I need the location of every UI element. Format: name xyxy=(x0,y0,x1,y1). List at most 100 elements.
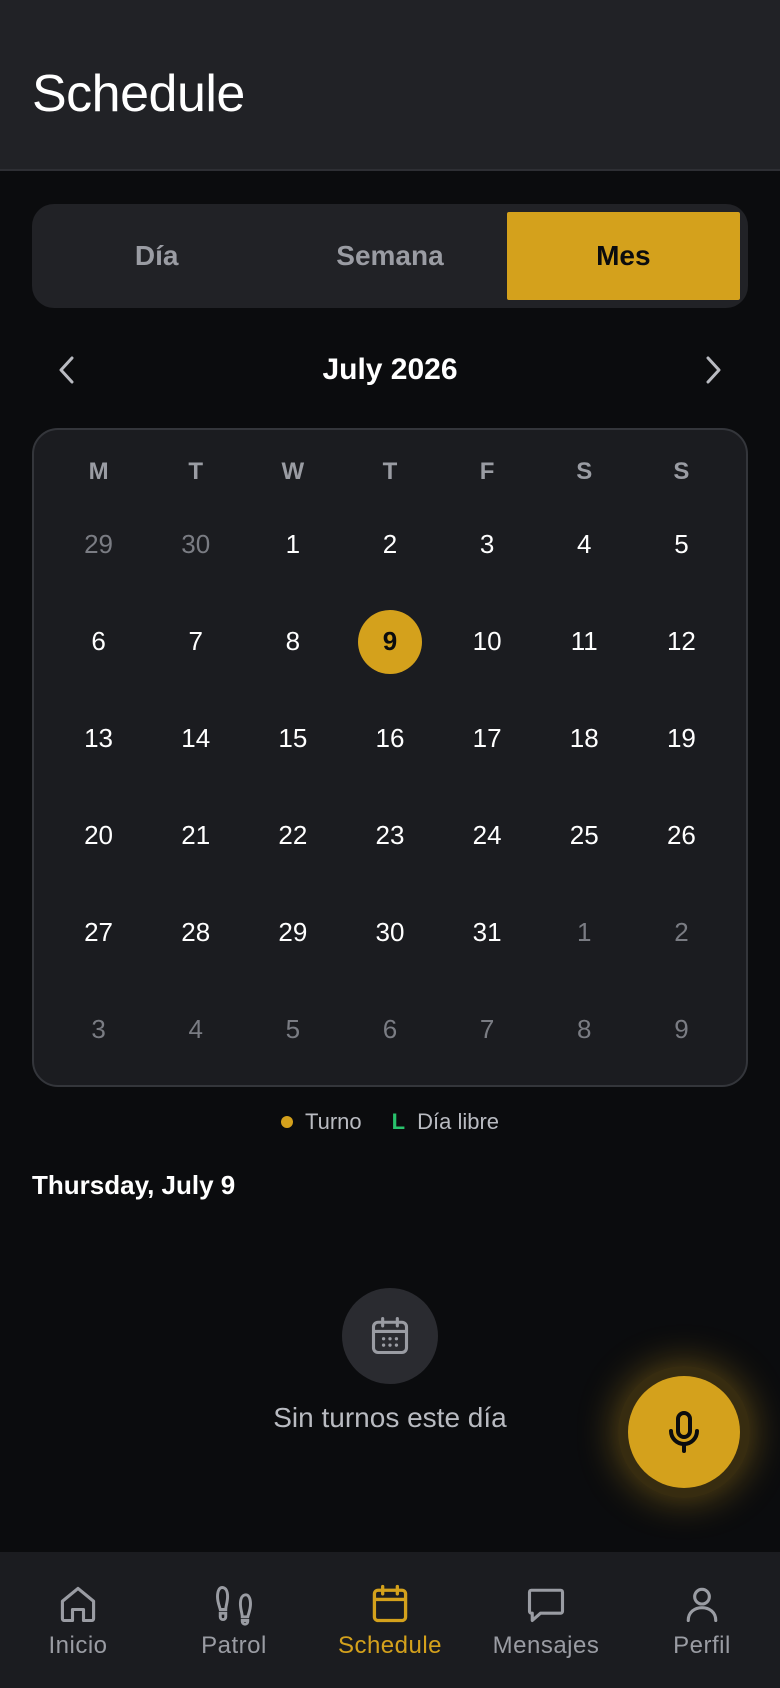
bottom-navigation: Inicio Patrol Schedule Mensajes Perfil xyxy=(0,1552,780,1688)
day-number: 28 xyxy=(181,917,211,947)
nav-label: Inicio xyxy=(48,1632,108,1659)
calendar-day[interactable]: 8 xyxy=(244,593,341,690)
day-number: 23 xyxy=(375,820,405,850)
day-number: 1 xyxy=(577,917,592,947)
calendar-day[interactable]: 22 xyxy=(244,787,341,884)
calendar-day[interactable]: 31 xyxy=(439,884,536,981)
nav-item-patrol[interactable]: Patrol xyxy=(159,1582,309,1660)
calendar-day[interactable]: 5 xyxy=(633,496,730,593)
calendar-day[interactable]: 29 xyxy=(244,884,341,981)
day-number: 6 xyxy=(91,626,106,656)
calendar-icon xyxy=(371,1317,409,1355)
day-number: 19 xyxy=(666,723,696,753)
day-number: 8 xyxy=(285,626,301,656)
calendar-day[interactable]: 1 xyxy=(536,884,633,981)
day-number: 13 xyxy=(84,723,114,753)
nav-label: Patrol xyxy=(201,1632,267,1659)
calendar-day[interactable]: 1 xyxy=(244,496,341,593)
day-number: 10 xyxy=(472,626,502,656)
calendar-day[interactable]: 12 xyxy=(633,593,730,690)
day-number: 12 xyxy=(666,626,696,656)
day-number: 2 xyxy=(382,529,398,559)
nav-item-inicio[interactable]: Inicio xyxy=(3,1582,153,1660)
calendar-day[interactable]: 13 xyxy=(50,690,147,787)
next-month-button[interactable] xyxy=(678,340,748,400)
previous-month-button[interactable] xyxy=(32,340,102,400)
calendar-days-grid: 29 30 1 2 3 4 5 6 7 8 9 10 11 12 13 14 15 16 17 18 19 20 21 22 2… xyxy=(34,496,746,1078)
calendar-day[interactable]: 24 xyxy=(439,787,536,884)
month-navigation: July 2026 xyxy=(32,340,748,400)
calendar-day[interactable]: 10 xyxy=(439,593,536,690)
calendar-day[interactable]: 21 xyxy=(147,787,244,884)
nav-item-perfil[interactable]: Perfil xyxy=(627,1582,777,1660)
calendar-day[interactable]: 29 xyxy=(50,496,147,593)
weekday-label: T xyxy=(188,458,204,485)
weekday-label: S xyxy=(673,458,690,485)
calendar-day[interactable]: 7 xyxy=(147,593,244,690)
tab-week[interactable]: Semana xyxy=(273,212,506,300)
calendar-day[interactable]: 18 xyxy=(536,690,633,787)
calendar-day[interactable]: 28 xyxy=(147,884,244,981)
calendar-day[interactable]: 4 xyxy=(536,496,633,593)
app-header: Schedule xyxy=(0,0,780,171)
calendar-legend: Turno L Día libre xyxy=(0,1104,780,1140)
day-number: 4 xyxy=(577,529,592,559)
day-number: 16 xyxy=(375,723,405,753)
view-segmented-control: Día Semana Mes xyxy=(32,204,748,308)
calendar-day[interactable]: 6 xyxy=(50,593,147,690)
calendar-icon xyxy=(372,1584,408,1623)
calendar-day[interactable]: 15 xyxy=(244,690,341,787)
calendar-day[interactable]: 8 xyxy=(536,981,633,1078)
day-number: 18 xyxy=(569,723,599,753)
calendar-day[interactable]: 4 xyxy=(147,981,244,1078)
calendar-day[interactable]: 16 xyxy=(341,690,438,787)
calendar-day[interactable]: 2 xyxy=(341,496,438,593)
microphone-icon xyxy=(669,1411,699,1453)
calendar-day[interactable]: 6 xyxy=(341,981,438,1078)
calendar-day[interactable]: 5 xyxy=(244,981,341,1078)
tab-day[interactable]: Día xyxy=(40,212,273,300)
day-number: 14 xyxy=(181,723,211,753)
footprints-icon xyxy=(216,1586,252,1626)
day-number: 31 xyxy=(472,917,502,947)
calendar-day[interactable]: 20 xyxy=(50,787,147,884)
empty-state-icon-circle xyxy=(342,1288,438,1384)
calendar-day[interactable]: 19 xyxy=(633,690,730,787)
dayoff-marker: L xyxy=(391,1109,406,1134)
day-number: 5 xyxy=(674,529,689,559)
nav-item-schedule[interactable]: Schedule xyxy=(315,1582,465,1660)
day-number: 1 xyxy=(285,529,301,559)
calendar-day[interactable]: 25 xyxy=(536,787,633,884)
legend-shift-label: Turno xyxy=(304,1109,362,1134)
calendar-day[interactable]: 7 xyxy=(439,981,536,1078)
day-number: 8 xyxy=(577,1014,592,1044)
nav-item-mensajes[interactable]: Mensajes xyxy=(471,1582,621,1660)
day-number: 24 xyxy=(472,820,502,850)
nav-label: Mensajes xyxy=(492,1632,600,1659)
calendar-day-selected[interactable]: 9 xyxy=(341,593,438,690)
voice-fab-button[interactable] xyxy=(628,1376,740,1488)
calendar-day[interactable]: 17 xyxy=(439,690,536,787)
calendar-day[interactable]: 9 xyxy=(633,981,730,1078)
tab-month[interactable]: Mes xyxy=(506,212,740,300)
nav-label: Schedule xyxy=(337,1632,443,1659)
calendar-day[interactable]: 2 xyxy=(633,884,730,981)
calendar-day[interactable]: 30 xyxy=(341,884,438,981)
message-icon xyxy=(527,1588,565,1623)
legend-shift: Turno xyxy=(280,1109,362,1135)
calendar-day[interactable]: 3 xyxy=(439,496,536,593)
calendar-day[interactable]: 11 xyxy=(536,593,633,690)
calendar-day[interactable]: 27 xyxy=(50,884,147,981)
day-number: 29 xyxy=(84,529,114,559)
calendar-day[interactable]: 26 xyxy=(633,787,730,884)
month-calendar: MTWTFSS 29 30 1 2 3 4 5 6 7 8 9 10 11 12 13 14 15 16 17 18 1… xyxy=(32,428,748,1087)
calendar-day[interactable]: 23 xyxy=(341,787,438,884)
calendar-day[interactable]: 14 xyxy=(147,690,244,787)
weekday-label: F xyxy=(479,458,495,485)
day-number: 7 xyxy=(479,1014,495,1044)
weekday-label: W xyxy=(281,458,305,485)
shift-dot-icon xyxy=(280,1116,293,1128)
chevron-right-icon xyxy=(706,356,721,384)
calendar-day[interactable]: 30 xyxy=(147,496,244,593)
calendar-day[interactable]: 3 xyxy=(50,981,147,1078)
